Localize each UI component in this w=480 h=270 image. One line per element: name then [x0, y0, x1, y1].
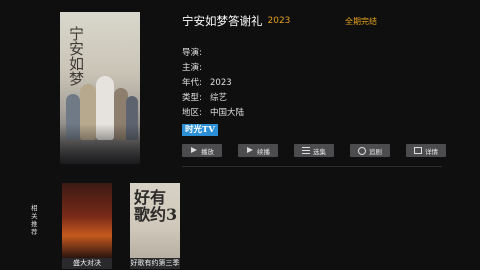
cast-row: 主演: [182, 62, 210, 74]
follow-button[interactable]: 追剧 [350, 144, 390, 157]
poster-title-art: 好有歌约3 [134, 188, 178, 224]
poster-calligraphy: 宁安如梦 [67, 26, 85, 86]
detail-icon [414, 147, 422, 154]
info-value: 2023 [210, 78, 232, 88]
director-row: 导演: [182, 47, 210, 59]
info-value: 综艺 [210, 93, 228, 103]
platform-logo: 时光TV [182, 124, 218, 136]
related-poster [62, 183, 112, 258]
episodes-button[interactable]: 选集 [294, 144, 334, 157]
related-caption: 好歌有约第三季 [130, 258, 180, 269]
action-bar: 播放 续播 选集 追剧 详情 [182, 144, 446, 157]
show-title: 宁安如梦答谢礼 [182, 14, 263, 28]
related-label: 相关推荐 [31, 204, 38, 236]
year-badge: 2023 [267, 16, 291, 26]
status-badge: 全期完结 [345, 17, 377, 26]
info-key: 年代: [182, 78, 202, 88]
related-caption: 盛大对决 [62, 258, 112, 269]
title-row: 宁安如梦答谢礼 2023 [182, 14, 290, 28]
play-button[interactable]: 播放 [182, 144, 222, 157]
list-icon [302, 147, 310, 154]
follow-button-label: 追剧 [369, 147, 382, 156]
details-button[interactable]: 详情 [406, 144, 446, 157]
related-poster: 好有歌约3 [130, 183, 180, 258]
genre-row: 类型: 综艺 [182, 92, 227, 104]
play-icon [190, 147, 198, 154]
episodes-button-label: 选集 [313, 147, 326, 156]
info-key: 主演: [182, 63, 202, 73]
info-key: 导演: [182, 48, 202, 58]
related-card[interactable]: 好有歌约3 好歌有约第三季 [130, 183, 180, 269]
info-value: 中国大陆 [210, 108, 245, 118]
info-key: 地区: [182, 108, 202, 118]
resume-button[interactable]: 续播 [238, 144, 278, 157]
year-row: 年代: 2023 [182, 77, 232, 89]
divider [182, 166, 442, 167]
heart-icon [358, 147, 366, 155]
play-button-label: 播放 [201, 147, 214, 156]
resume-button-label: 续播 [257, 147, 270, 156]
details-button-label: 详情 [425, 147, 438, 156]
region-row: 地区: 中国大陆 [182, 107, 244, 119]
main-poster: 宁安如梦 [60, 12, 140, 164]
poster-shadow [60, 124, 140, 164]
play-icon [246, 147, 254, 154]
related-card[interactable]: 盛大对决 [62, 183, 112, 269]
info-key: 类型: [182, 93, 202, 103]
